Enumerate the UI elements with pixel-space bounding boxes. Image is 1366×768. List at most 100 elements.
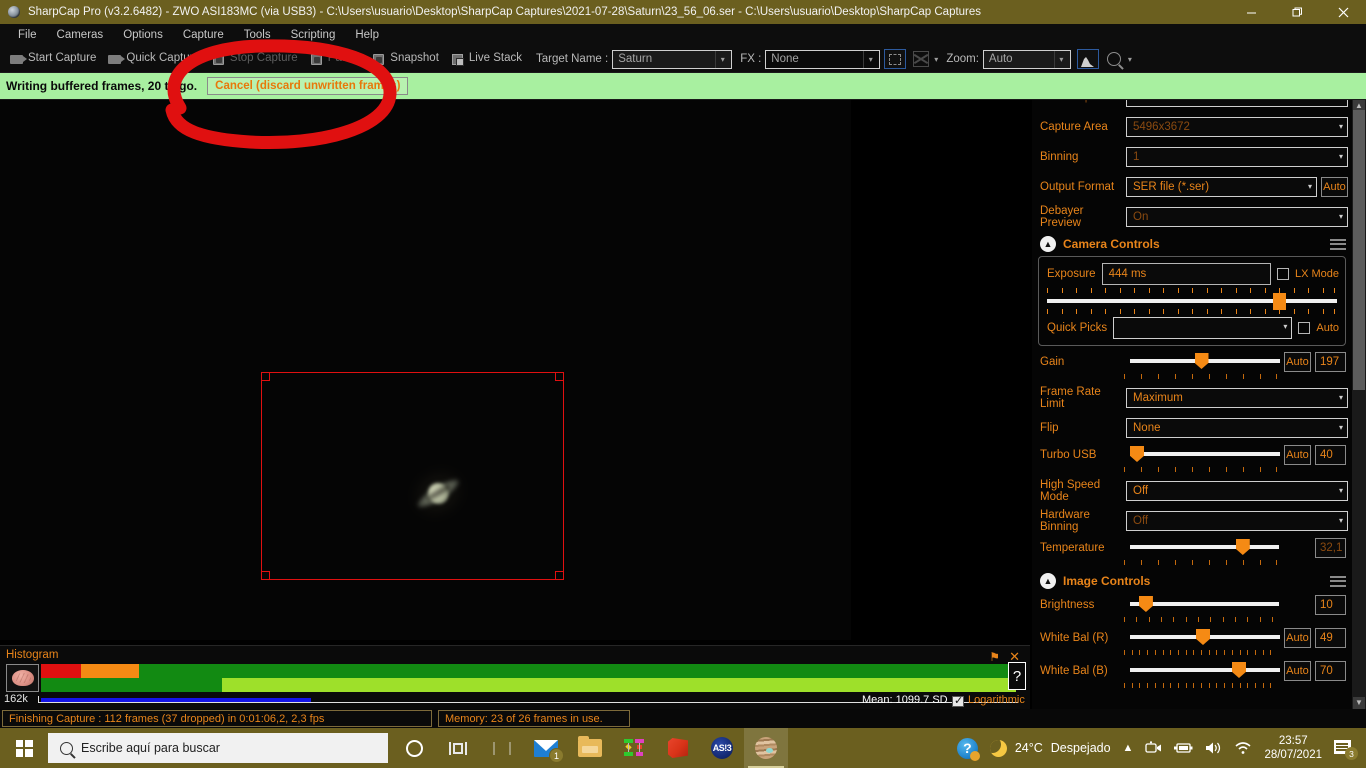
turbo-usb-row[interactable]: Turbo USB Auto 40 [1032, 443, 1352, 467]
brightness-slider-thumb[interactable] [1138, 596, 1153, 612]
white-bal-b-slider-thumb[interactable] [1232, 662, 1246, 678]
turbo-usb-slider[interactable] [1130, 444, 1280, 466]
output-format-auto-button[interactable]: Auto [1321, 177, 1348, 197]
camera-controls-menu-icon[interactable] [1330, 236, 1346, 252]
white-bal-r-slider-thumb[interactable] [1196, 629, 1210, 645]
snapshot-button[interactable]: Snapshot [366, 51, 445, 68]
row-binning[interactable]: Binning 1 ▾ [1032, 142, 1352, 172]
quick-picks-auto-checkbox[interactable] [1298, 322, 1311, 334]
row-debayer-preview[interactable]: Debayer Preview On ▾ [1032, 202, 1352, 232]
maximize-restore-button[interactable] [1274, 0, 1320, 24]
lx-mode-checkbox[interactable] [1276, 268, 1289, 280]
image-controls-menu-icon[interactable] [1330, 573, 1346, 589]
live-stack-button[interactable]: Live Stack [445, 51, 528, 68]
stop-capture-button[interactable]: Stop Capture [206, 51, 304, 68]
quick-picks-row[interactable]: Quick Picks ▾ Auto [1039, 315, 1345, 341]
taskbar-flow-chart-button[interactable] [612, 728, 656, 768]
scrollbar-thumb[interactable] [1353, 110, 1365, 390]
hardware-binning-combo[interactable]: Off ▾ [1126, 511, 1348, 531]
histogram-thumbnail[interactable] [6, 664, 39, 692]
image-controls-header[interactable]: ▲ Image Controls [1032, 569, 1352, 593]
fx-combo[interactable]: None ▾ [765, 49, 881, 69]
frame-rate-limit-combo[interactable]: Maximum ▾ [1126, 388, 1348, 408]
temperature-slider[interactable] [1130, 537, 1279, 559]
taskbar-mail-button[interactable]: 1 [524, 728, 568, 768]
colour-space-combo[interactable]: RAW16 ▾ [1126, 100, 1348, 107]
roi-handle-bottom-left[interactable] [261, 571, 270, 580]
menu-cameras[interactable]: Cameras [47, 26, 114, 44]
white-bal-b-auto-button[interactable]: Auto [1284, 661, 1311, 681]
debayer-preview-combo[interactable]: On ▾ [1126, 207, 1348, 227]
roi-handle-top-right[interactable] [555, 372, 564, 381]
start-capture-button[interactable]: Start Capture [4, 51, 102, 68]
clear-roi-icon[interactable] [912, 50, 930, 68]
brightness-value[interactable]: 10 [1315, 595, 1346, 615]
menu-help[interactable]: Help [345, 26, 389, 44]
quick-picks-combo[interactable]: ▾ [1113, 317, 1293, 339]
collapse-icon[interactable]: ▲ [1040, 236, 1056, 252]
weather-widget[interactable]: 24°C Despejado [984, 728, 1117, 768]
gain-row[interactable]: Gain Auto 197 [1032, 350, 1352, 374]
scroll-down-arrow[interactable]: ▼ [1353, 697, 1365, 709]
camera-controls-header[interactable]: ▲ Camera Controls [1032, 232, 1352, 256]
pin-icon[interactable]: ⚑ [989, 650, 1000, 664]
close-button[interactable] [1320, 0, 1366, 24]
target-name-combo[interactable]: Saturn ▾ [612, 49, 733, 69]
gain-slider-thumb[interactable] [1194, 353, 1209, 369]
menu-capture[interactable]: Capture [173, 26, 234, 44]
taskbar-office-button[interactable] [656, 728, 700, 768]
wifi-tray-icon[interactable] [1228, 728, 1258, 768]
taskbar-sharpcap-button[interactable] [744, 728, 788, 768]
minimize-button[interactable] [1228, 0, 1274, 24]
battery-tray-icon[interactable] [1168, 728, 1199, 768]
pause-button[interactable]: Pause [304, 51, 367, 68]
zoom-tool-button[interactable]: ▾ [1106, 52, 1132, 66]
menu-scripting[interactable]: Scripting [281, 26, 346, 44]
logarithmic-checkbox[interactable] [952, 694, 964, 707]
white-bal-b-row[interactable]: White Bal (B) Auto 70 [1032, 659, 1352, 683]
menu-file[interactable]: File [8, 26, 47, 44]
menu-options[interactable]: Options [113, 26, 173, 44]
start-button[interactable] [0, 728, 48, 768]
histogram-help-button[interactable]: ? [1008, 662, 1026, 690]
taskbar-clock[interactable]: 23:57 28/07/2021 [1258, 734, 1328, 762]
notification-center-button[interactable]: 3 [1328, 728, 1362, 768]
brightness-row[interactable]: Brightness 10 [1032, 593, 1352, 617]
brightness-slider[interactable] [1130, 594, 1279, 616]
exposure-slider[interactable] [1047, 293, 1337, 310]
settings-scrollbar[interactable]: ▲ ▼ [1352, 100, 1366, 709]
high-speed-mode-combo[interactable]: Off ▾ [1126, 481, 1348, 501]
select-roi-button[interactable] [884, 49, 907, 69]
taskbar-dim-app-button[interactable] [480, 728, 524, 768]
row-frame-rate-limit[interactable]: Frame Rate Limit Maximum ▾ [1032, 383, 1352, 413]
cancel-unwritten-frames-button[interactable]: Cancel (discard unwritten frames) [207, 77, 409, 95]
row-flip[interactable]: Flip None ▾ [1032, 413, 1352, 443]
temperature-slider-thumb[interactable] [1235, 539, 1250, 555]
exposure-input[interactable]: 444 ms [1101, 263, 1271, 285]
white-bal-b-slider[interactable] [1130, 660, 1280, 682]
row-capture-area[interactable]: Capture Area 5496x3672 ▾ [1032, 112, 1352, 142]
exposure-row[interactable]: Exposure 444 ms LX Mode [1039, 261, 1345, 287]
show-hidden-icons-button[interactable]: ▲ [1117, 728, 1140, 768]
flip-combo[interactable]: None ▾ [1126, 418, 1348, 438]
taskbar-cortana-button[interactable] [392, 728, 436, 768]
row-colour-space[interactable]: Colour Space RAW16 ▾ [1032, 100, 1352, 112]
zoom-combo[interactable]: Auto ▾ [982, 49, 1071, 69]
taskbar-asi-studio-button[interactable]: AS!3 [700, 728, 744, 768]
row-hardware-binning[interactable]: Hardware Binning Off ▾ [1032, 506, 1352, 536]
white-bal-b-value[interactable]: 70 [1315, 661, 1346, 681]
volume-tray-icon[interactable] [1199, 728, 1228, 768]
white-bal-r-slider[interactable] [1130, 627, 1280, 649]
taskbar-task-view-button[interactable] [436, 728, 480, 768]
turbo-usb-value[interactable]: 40 [1315, 445, 1346, 465]
white-bal-r-auto-button[interactable]: Auto [1284, 628, 1311, 648]
chevron-down-icon[interactable]: ▾ [934, 55, 938, 64]
turbo-usb-auto-button[interactable]: Auto [1284, 445, 1311, 465]
binning-combo[interactable]: 1 ▾ [1126, 147, 1348, 167]
gain-auto-button[interactable]: Auto [1284, 352, 1311, 372]
row-high-speed-mode[interactable]: High Speed Mode Off ▾ [1032, 476, 1352, 506]
gain-value[interactable]: 197 [1315, 352, 1346, 372]
roi-handle-top-left[interactable] [261, 372, 270, 381]
collapse-icon[interactable]: ▲ [1040, 573, 1056, 589]
row-output-format[interactable]: Output Format SER file (*.ser) ▾ Auto [1032, 172, 1352, 202]
